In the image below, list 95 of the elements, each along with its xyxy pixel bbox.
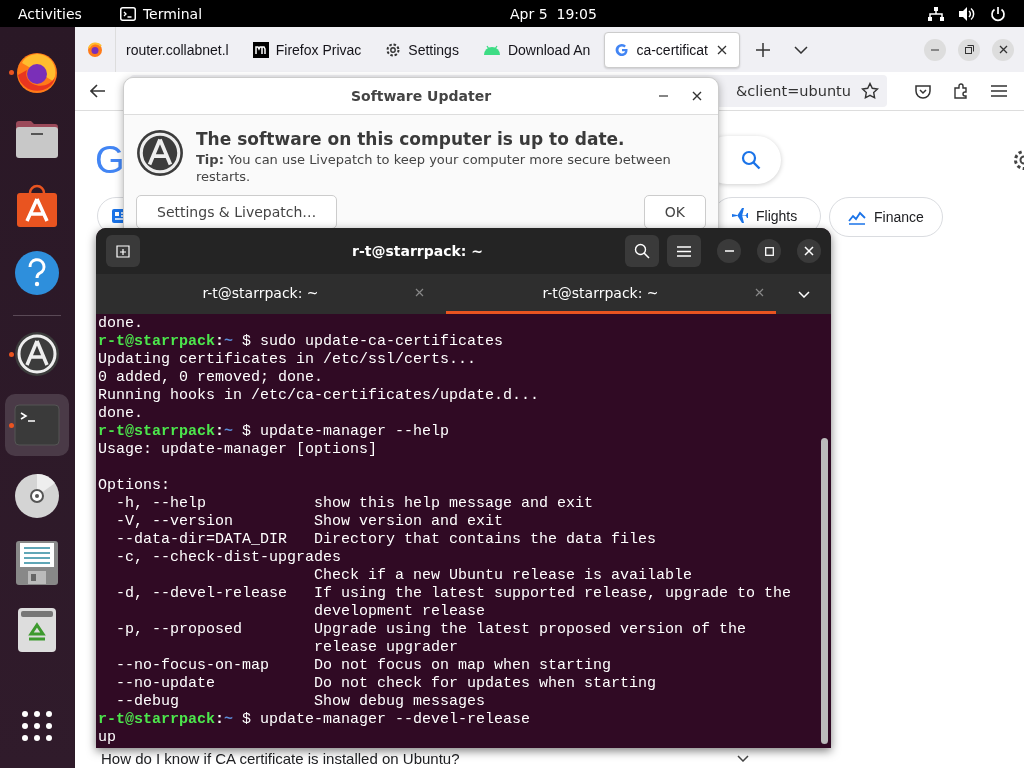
- minimize-icon: [658, 95, 668, 97]
- terminal-output-line: done.: [98, 315, 144, 333]
- m-logo-icon: [252, 41, 269, 58]
- activities-button[interactable]: Activities: [18, 5, 82, 22]
- back-arrow-icon[interactable]: [90, 84, 106, 98]
- terminal-prompt-line: r-t@starrpack:~ $ update-manager --devel-release: [98, 711, 532, 729]
- search-button[interactable]: [625, 235, 659, 267]
- airplane-icon: [732, 208, 748, 224]
- search-icon: [634, 243, 650, 259]
- terminal-prompt-line: r-t@starrpack:~ $ update-manager --help: [98, 423, 451, 441]
- close-button[interactable]: [992, 38, 1014, 61]
- minimize-icon: [931, 48, 939, 51]
- browser-tab[interactable]: Settings: [375, 31, 469, 68]
- terminal-output-line: --data-dir=DATA_DIR Directory that contains the data files: [115, 531, 658, 549]
- chevron-down-icon[interactable]: [794, 45, 808, 54]
- chart-icon: [848, 209, 866, 225]
- terminal-output-line: Running hooks in /etc/ca-certificates/update.d...: [98, 387, 541, 405]
- terminal-output-line: --no-update Do not check for updates when starting: [115, 675, 658, 693]
- updater-icon[interactable]: [14, 331, 60, 377]
- clock[interactable]: Apr 5 19:05: [510, 5, 597, 22]
- updater-icon: [136, 129, 184, 177]
- puzzle-icon[interactable]: [953, 83, 969, 99]
- browser-tab[interactable]: Firefox Privac: [242, 31, 372, 68]
- android-icon: [482, 43, 501, 56]
- menu-icon: [677, 245, 691, 257]
- running-dot: [9, 352, 14, 357]
- window-title: r-t@starrpack: ~: [351, 243, 484, 259]
- gear-icon: [385, 41, 402, 58]
- minimize-button[interactable]: [717, 239, 741, 263]
- scrollbar[interactable]: [821, 438, 828, 744]
- new-tab-icon[interactable]: [756, 42, 770, 57]
- restore-button[interactable]: [958, 38, 980, 61]
- terminal-output-line: Updating certificates in /etc/ssl/certs...: [98, 351, 478, 369]
- terminal-tab[interactable]: r-t@starrpack: ~: [106, 274, 436, 314]
- terminal-output-line: Options:: [98, 477, 171, 495]
- menu-button[interactable]: [667, 235, 701, 267]
- close-icon[interactable]: [415, 288, 424, 297]
- terminal-prompt-line: r-t@starrpack:~ $ sudo update-ca-certificates: [98, 333, 505, 351]
- star-icon[interactable]: [861, 82, 879, 100]
- terminal-output-line: -V, --version Show version and exit: [115, 513, 505, 531]
- result-question[interactable]: How do I know if CA certificate is installed on Ubuntu?: [101, 750, 737, 767]
- terminal-output-line: done.: [98, 405, 144, 423]
- close-icon: [804, 246, 814, 256]
- dialog-button[interactable]: Settings & Livepatch…: [136, 195, 338, 229]
- terminal-output-line: --debug Show debug messages: [115, 693, 487, 711]
- minimize-icon: [724, 250, 734, 252]
- tip-text: Tip: You can use Livepatch to keep your computer more secure between restarts.: [196, 151, 672, 185]
- browser-tab[interactable]: ca-certificat: [604, 31, 740, 68]
- window-title: Software Updater: [349, 88, 493, 104]
- new-tab-icon: [116, 244, 130, 258]
- terminal-output-line: Usage: update-manager [options]: [98, 441, 379, 459]
- terminal-output-line: --no-focus-on-map Do not focus on map when starting: [115, 657, 613, 675]
- disc-icon[interactable]: [14, 473, 60, 519]
- terminal-output-line: up: [98, 729, 117, 747]
- running-dot: [9, 70, 14, 75]
- google-logo: G: [95, 138, 125, 182]
- maximize-icon: [764, 246, 774, 256]
- chevron-down-icon[interactable]: [737, 755, 749, 762]
- store-bag-icon[interactable]: [15, 183, 59, 229]
- power-icon[interactable]: [990, 5, 1006, 22]
- terminal-output-line: release upgrader: [313, 639, 460, 657]
- terminal-output-line: 0 added, 0 removed; done.: [98, 369, 325, 387]
- running-dot: [9, 423, 14, 428]
- terminal-icon: [119, 6, 136, 21]
- app-menu-label[interactable]: Terminal: [142, 5, 203, 22]
- app-grid-icon[interactable]: [21, 710, 53, 742]
- terminal-output-line: -c, --check-dist-upgrades: [115, 549, 343, 567]
- terminal-output-line: development release: [313, 603, 487, 621]
- document-icon[interactable]: [15, 540, 59, 586]
- pocket-icon[interactable]: [915, 83, 931, 99]
- close-icon: [692, 91, 702, 101]
- google-icon: [615, 42, 630, 57]
- close-icon: [998, 45, 1008, 54]
- new-tab-button[interactable]: [106, 235, 140, 267]
- search-icon[interactable]: [740, 150, 761, 170]
- terminal-tab[interactable]: r-t@starrpack: ~: [446, 274, 776, 314]
- volume-icon[interactable]: [958, 5, 976, 22]
- terminal-output-line: -h, --help show this help message and exit: [115, 495, 595, 513]
- dialog-button[interactable]: OK: [643, 195, 706, 229]
- help-icon[interactable]: [14, 250, 60, 296]
- close-icon[interactable]: [755, 288, 764, 297]
- folder-icon[interactable]: [14, 118, 60, 160]
- close-button[interactable]: [797, 239, 821, 263]
- dialog-heading: The software on this computer is up to date.: [196, 129, 626, 149]
- menu-icon[interactable]: [991, 85, 1007, 97]
- browser-tab[interactable]: Download An: [472, 31, 601, 68]
- browser-tab[interactable]: router.collabnet.l: [116, 31, 239, 68]
- network-icon[interactable]: [928, 5, 944, 22]
- restore-icon: [964, 45, 974, 54]
- terminal-output-line: -p, --proposed Upgrade using the latest proposed version of the: [115, 621, 748, 639]
- maximize-button[interactable]: [757, 239, 781, 263]
- terminal-output-line: -d, --devel-release If using the latest supported release, upgrade to the: [115, 585, 793, 603]
- firefox-icon[interactable]: [87, 41, 103, 58]
- close-icon: [717, 44, 727, 55]
- terminal-output-line: Check if a new Ubuntu release is available: [313, 567, 694, 585]
